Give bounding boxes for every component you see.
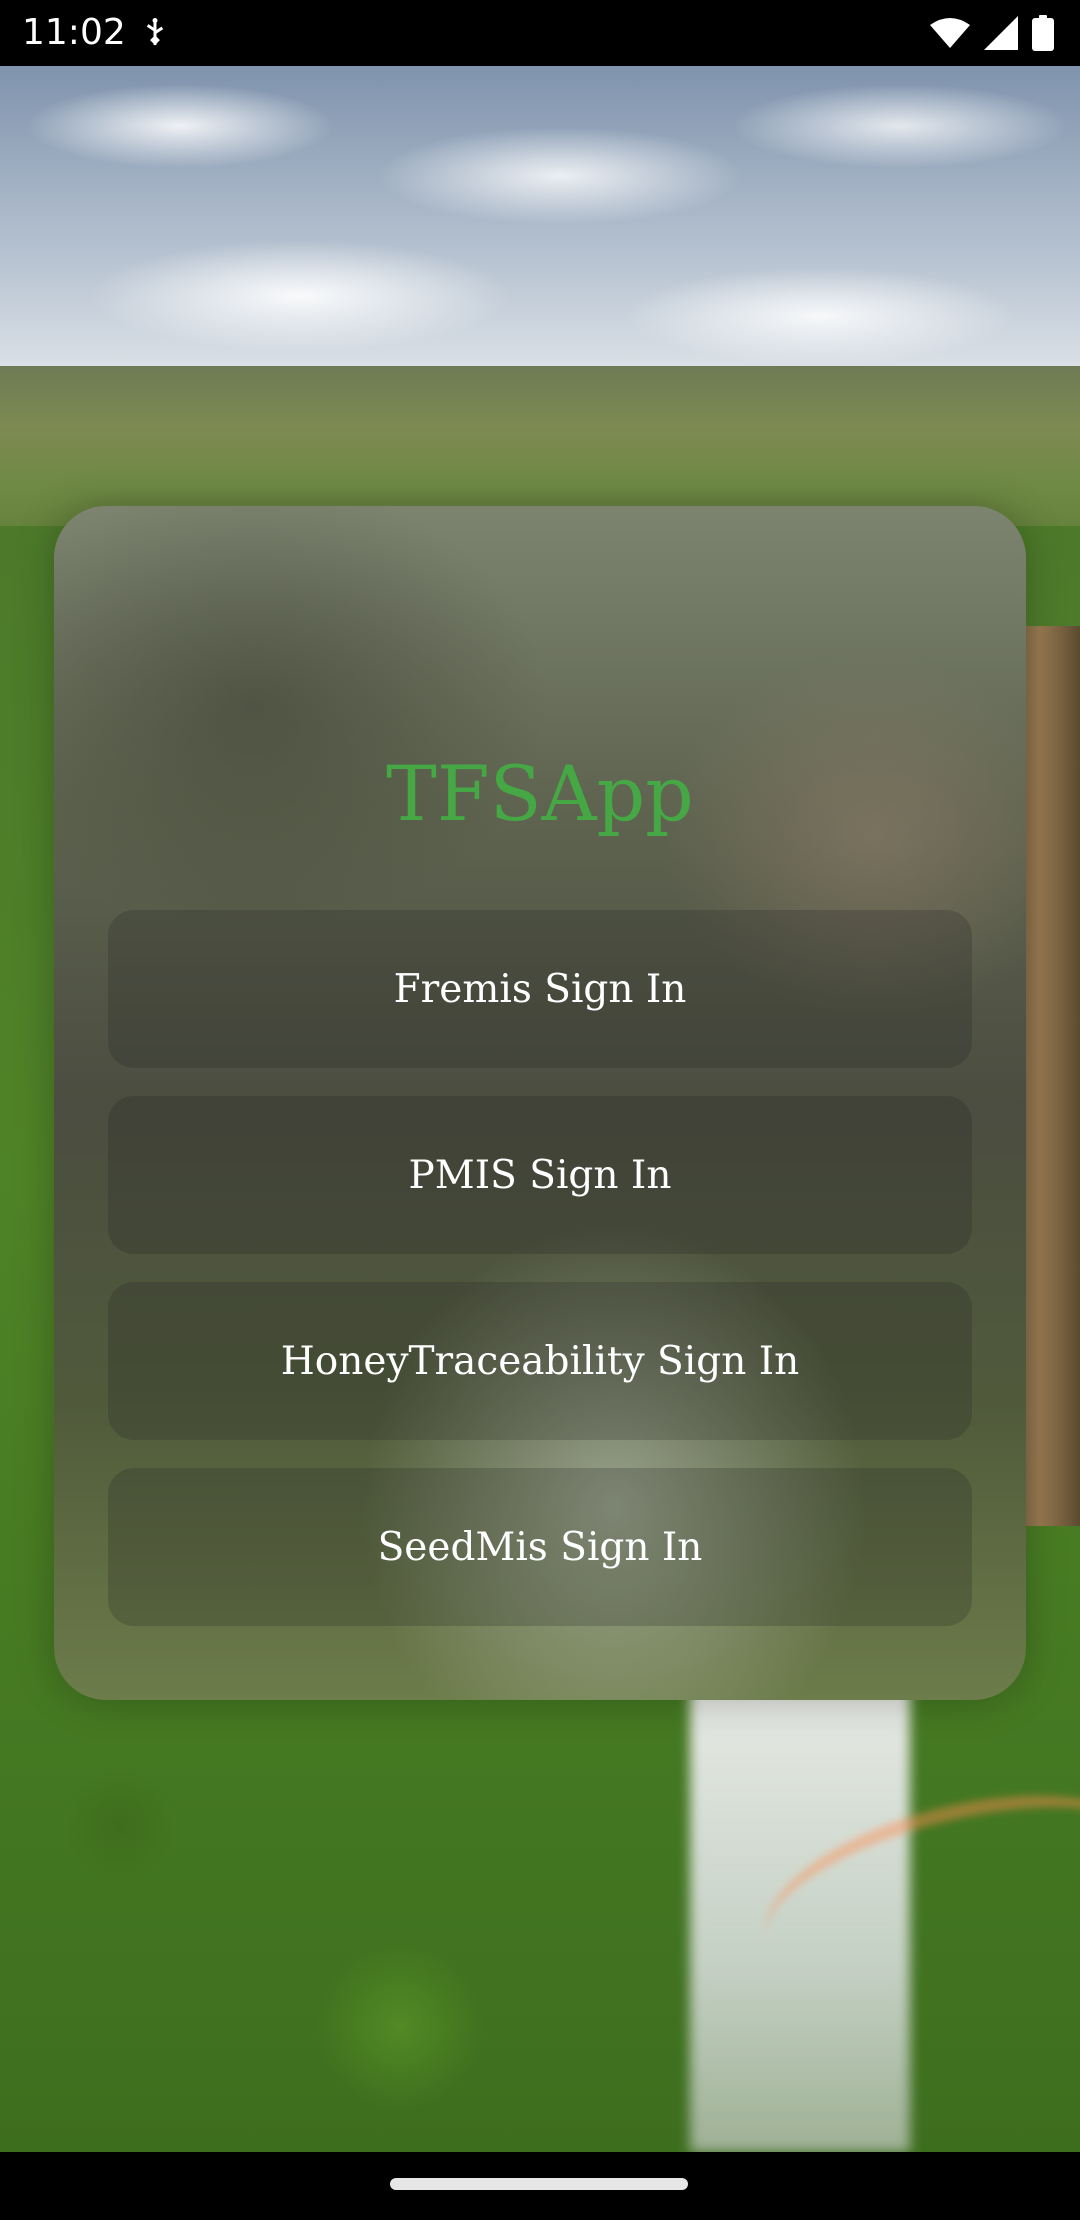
seedmis-sign-in-button[interactable]: SeedMis Sign In [108,1468,972,1626]
status-time: 11:02 [22,12,126,53]
battery-icon [1032,15,1054,51]
app-screen: 11:02 TFSApp Fremis Sign In PMIS Sign In… [0,0,1080,2220]
app-title: TFSApp [386,749,694,838]
honeytraceability-sign-in-button[interactable]: HoneyTraceability Sign In [108,1282,972,1440]
usb-icon [146,18,164,46]
wifi-icon [930,18,970,48]
pmis-sign-in-button[interactable]: PMIS Sign In [108,1096,972,1254]
sign-in-card: TFSApp Fremis Sign In PMIS Sign In Honey… [54,506,1026,1700]
home-gesture-handle[interactable] [390,2178,688,2190]
sky-clouds [0,66,1080,386]
cellular-signal-icon [984,16,1018,50]
navigation-bar [0,2152,1080,2220]
status-bar: 11:02 [0,0,1080,66]
fremis-sign-in-button[interactable]: Fremis Sign In [108,910,972,1068]
